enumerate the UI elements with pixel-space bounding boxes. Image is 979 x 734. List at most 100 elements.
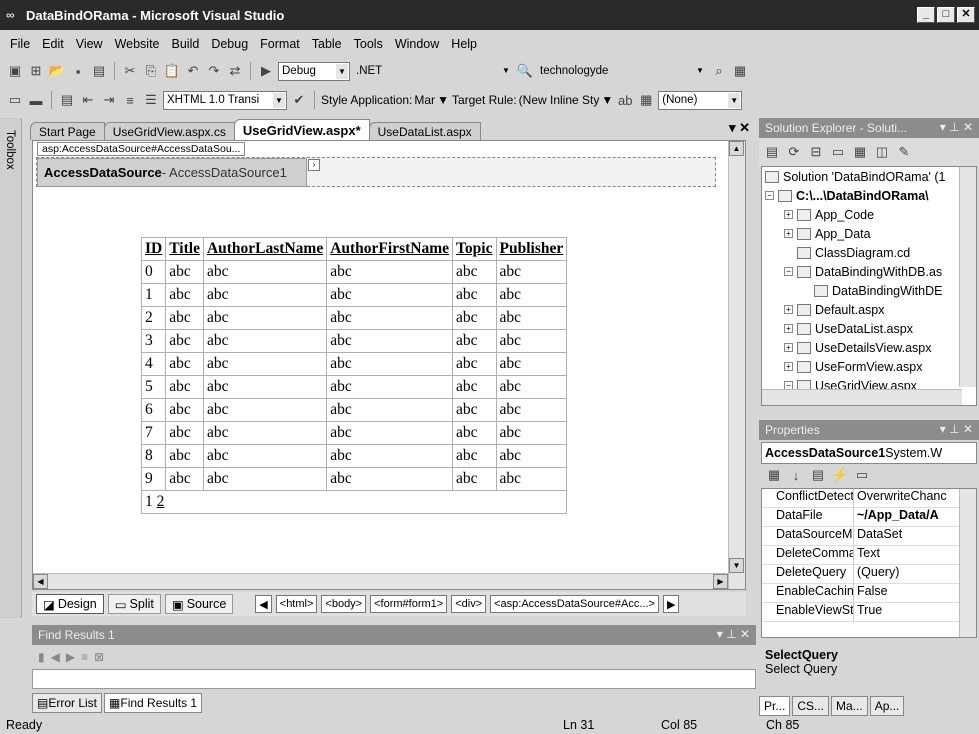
- grid-view[interactable]: ID Title AuthorLastName AuthorFirstName …: [140, 237, 568, 514]
- find-results-title[interactable]: Find Results 1 ▾ ⊥ ✕: [32, 625, 756, 645]
- grid-cell[interactable]: abc: [202, 421, 328, 445]
- crumb-accessdatasource[interactable]: <asp:AccessDataSource#Acc...>: [490, 595, 659, 613]
- split-view-button[interactable]: ▭ Split: [107, 594, 161, 614]
- smart-tag-chevron-icon[interactable]: ›: [308, 159, 320, 171]
- format-icon[interactable]: ▤: [58, 91, 76, 109]
- grid-cell[interactable]: 5: [140, 375, 167, 399]
- grid-cell[interactable]: abc: [452, 329, 497, 353]
- grid-cell[interactable]: abc: [452, 467, 497, 491]
- access-data-source-control[interactable]: AccessDataSource - AccessDataSource1 ›: [36, 157, 716, 187]
- grid-cell[interactable]: abc: [165, 260, 204, 284]
- open-file-icon[interactable]: 📂: [48, 62, 66, 80]
- next-result-icon[interactable]: ▶: [66, 650, 75, 664]
- grid-cell[interactable]: abc: [202, 306, 328, 330]
- tab-properties[interactable]: Pr...: [759, 696, 791, 716]
- tree-node-usedetailsview[interactable]: + UseDetailsView.aspx: [762, 338, 976, 357]
- tree-node-app-data[interactable]: + App_Data: [762, 224, 976, 243]
- grid-cell[interactable]: abc: [326, 421, 454, 445]
- stop-find-icon[interactable]: ⊠: [94, 650, 104, 664]
- design-view-button[interactable]: ◪ Design: [36, 594, 104, 614]
- grid-header-publisher[interactable]: Publisher: [495, 237, 568, 261]
- grid-cell[interactable]: 8: [140, 444, 167, 468]
- minimize-button[interactable]: _: [917, 7, 935, 23]
- grid-cell[interactable]: 4: [140, 352, 167, 376]
- tree-node-useformview[interactable]: + UseFormView.aspx: [762, 357, 976, 376]
- grid-cell[interactable]: 0: [140, 260, 167, 284]
- tree-node-app-code[interactable]: + App_Code: [762, 205, 976, 224]
- grid-cell[interactable]: abc: [326, 467, 454, 491]
- property-row[interactable]: DataSourceM DataSet: [762, 527, 976, 546]
- cut-icon[interactable]: ✂: [121, 62, 139, 80]
- paste-icon[interactable]: 📋: [163, 62, 181, 80]
- property-value[interactable]: True: [854, 603, 964, 621]
- close-button[interactable]: ✕: [957, 7, 975, 23]
- pager-link-2[interactable]: 2: [157, 493, 165, 510]
- tab-class-view[interactable]: CS...: [792, 696, 830, 716]
- alphabetical-icon[interactable]: ↓: [787, 466, 805, 484]
- panel-controls[interactable]: ▾ ⊥ ✕: [940, 422, 973, 436]
- panel-controls[interactable]: ▾ ⊥ ✕: [940, 120, 973, 134]
- grid-cell[interactable]: 3: [140, 329, 167, 353]
- designer-vertical-scrollbar[interactable]: ▲ ▼: [728, 141, 745, 589]
- property-value[interactable]: False: [854, 584, 964, 602]
- tree-node-databindingwithdb[interactable]: − DataBindingWithDB.as: [762, 262, 976, 281]
- undo-icon[interactable]: ↶: [184, 62, 202, 80]
- comment-icon[interactable]: ▭: [6, 91, 24, 109]
- categorized-icon[interactable]: ▦: [765, 466, 783, 484]
- new-style-icon[interactable]: ▦: [637, 91, 655, 109]
- prev-result-icon[interactable]: ◀: [51, 650, 60, 664]
- scroll-left-icon[interactable]: ◀: [33, 574, 48, 589]
- grid-cell[interactable]: abc: [452, 444, 497, 468]
- grid-cell[interactable]: abc: [165, 375, 204, 399]
- grid-cell[interactable]: abc: [326, 444, 454, 468]
- nest-files-icon[interactable]: ⊟: [807, 143, 825, 161]
- tree-node-databindingwithdb-cs[interactable]: DataBindingWithDE: [762, 281, 976, 300]
- grid-cell[interactable]: abc: [202, 329, 328, 353]
- find-combo[interactable]: technologyde ▼: [537, 62, 707, 81]
- property-value[interactable]: Text: [854, 546, 964, 564]
- grid-header-title[interactable]: Title: [165, 237, 204, 261]
- table-row[interactable]: 2 abc abc abc abc abc: [140, 306, 568, 330]
- tab-controls[interactable]: ▾ ✕: [729, 120, 750, 136]
- grid-cell[interactable]: abc: [202, 375, 328, 399]
- grid-cell[interactable]: abc: [165, 467, 204, 491]
- menu-debug[interactable]: Debug: [205, 37, 254, 51]
- grid-cell[interactable]: abc: [495, 352, 568, 376]
- source-view-button[interactable]: ▣ Source: [164, 594, 234, 614]
- grid-cell[interactable]: 6: [140, 398, 167, 422]
- grid-cell[interactable]: abc: [452, 421, 497, 445]
- grid-header-authorlastname[interactable]: AuthorLastName: [202, 237, 328, 261]
- tree-node-default[interactable]: + Default.aspx: [762, 300, 976, 319]
- property-value[interactable]: DataSet: [854, 527, 964, 545]
- indent-icon[interactable]: ⇥: [100, 91, 118, 109]
- table-row[interactable]: 1 abc abc abc abc abc: [140, 283, 568, 307]
- menu-tools[interactable]: Tools: [348, 37, 389, 51]
- grid-cell[interactable]: abc: [202, 260, 328, 284]
- tree-node-classdiagram[interactable]: ClassDiagram.cd: [762, 243, 976, 262]
- grid-cell[interactable]: abc: [452, 352, 497, 376]
- copy-website-icon[interactable]: ◫: [873, 143, 891, 161]
- grid-cell[interactable]: abc: [165, 421, 204, 445]
- maximize-button[interactable]: □: [937, 7, 955, 23]
- tab-find-results[interactable]: ▦ Find Results 1: [104, 693, 203, 713]
- grid-cell[interactable]: abc: [495, 306, 568, 330]
- designer-horizontal-scrollbar[interactable]: ◀ ▶: [33, 573, 728, 589]
- grid-cell[interactable]: abc: [165, 306, 204, 330]
- grid-cell[interactable]: abc: [452, 398, 497, 422]
- redo-icon[interactable]: ↷: [205, 62, 223, 80]
- grid-cell[interactable]: abc: [495, 283, 568, 307]
- grid-cell[interactable]: abc: [495, 444, 568, 468]
- save-icon[interactable]: ▪: [69, 62, 87, 80]
- grid-header-authorfirstname[interactable]: AuthorFirstName: [326, 237, 454, 261]
- toolbox-strip[interactable]: Toolbox: [0, 118, 22, 618]
- table-row[interactable]: 9 abc abc abc abc abc: [140, 467, 568, 491]
- solution-explorer-title[interactable]: Solution Explorer - Soluti... ▾ ⊥ ✕: [759, 118, 979, 138]
- properties-title[interactable]: Properties ▾ ⊥ ✕: [759, 420, 979, 440]
- grid-cell[interactable]: abc: [202, 352, 328, 376]
- tab-start-page[interactable]: Start Page: [30, 122, 105, 140]
- grid-cell[interactable]: 9: [140, 467, 167, 491]
- scroll-down-icon[interactable]: ▼: [729, 558, 744, 573]
- scroll-right-icon[interactable]: ▶: [713, 574, 728, 589]
- tree-node-website[interactable]: − C:\...\DataBindORama\: [762, 186, 976, 205]
- grid-cell[interactable]: abc: [452, 283, 497, 307]
